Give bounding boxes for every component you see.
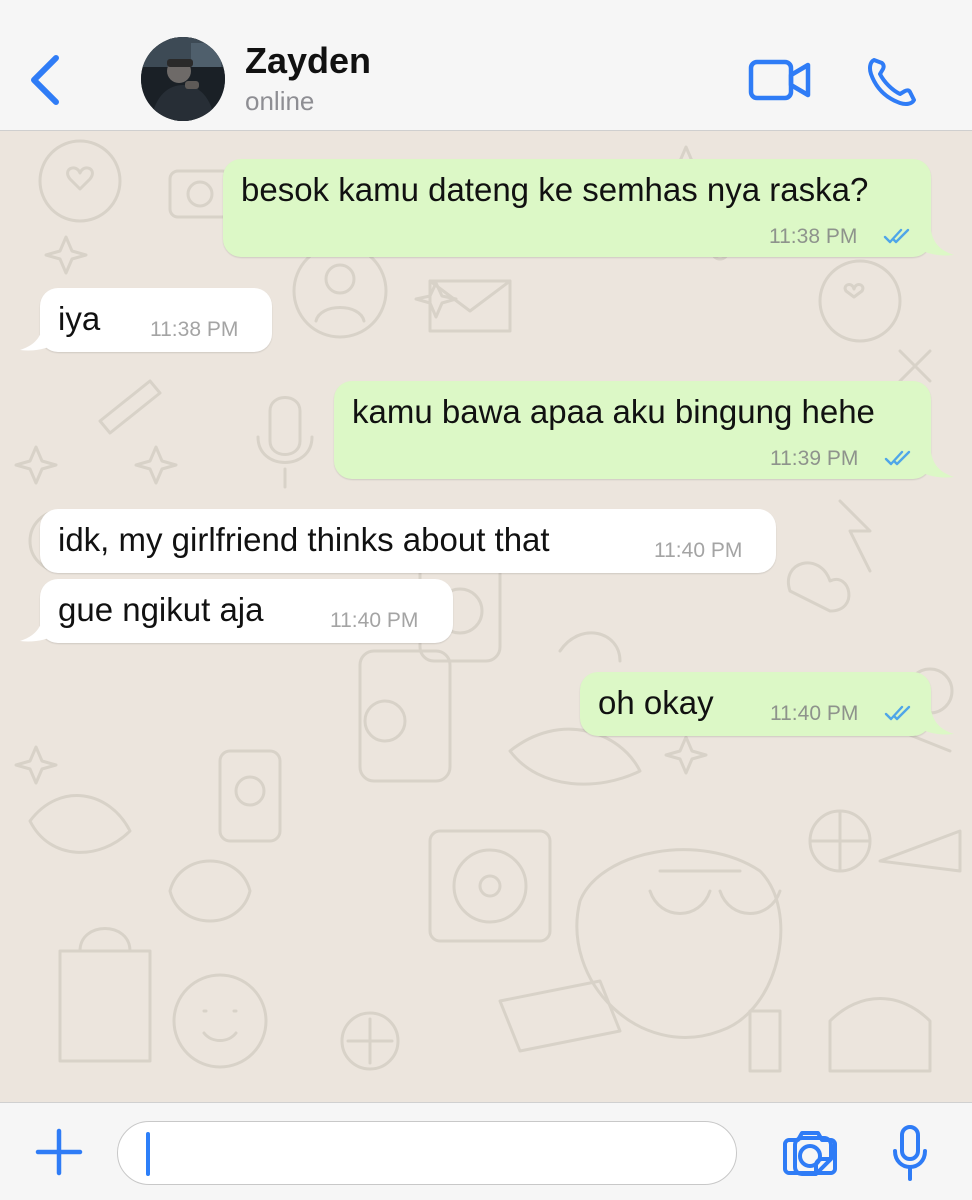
microphone-icon — [893, 1125, 927, 1181]
camera-button[interactable] — [783, 1129, 837, 1175]
voice-call-button[interactable] — [866, 54, 918, 108]
plus-icon — [35, 1128, 83, 1176]
bubble-tail — [20, 617, 58, 642]
double-check-icon — [884, 705, 911, 721]
message-input[interactable] — [117, 1121, 833, 1185]
video-camera-icon — [748, 59, 811, 101]
message-time: 11:39 PM — [770, 447, 859, 470]
bubble-tail — [916, 710, 954, 735]
message-time: 11:40 PM — [654, 539, 743, 562]
bubble-tail — [20, 326, 58, 351]
contact-status: online — [245, 86, 315, 116]
message-incoming[interactable]: iya 11:38 PM — [40, 288, 272, 352]
message-time: 11:38 PM — [150, 318, 239, 341]
chat-header: Zayden online — [0, 0, 972, 131]
message-text: iya — [58, 300, 101, 337]
bubble-tail — [916, 231, 954, 256]
input-bar — [0, 1102, 972, 1200]
message-time: 11:38 PM — [769, 225, 858, 248]
avatar[interactable] — [141, 37, 225, 121]
message-outgoing[interactable]: oh okay 11:40 PM — [580, 672, 931, 736]
chevron-left-icon — [31, 55, 59, 105]
message-text: besok kamu dateng ke semhas nya raska? — [241, 171, 869, 208]
message-text: idk, my girlfriend thinks about that — [58, 521, 550, 558]
camera-icon — [783, 1131, 837, 1175]
message-time: 11:40 PM — [330, 609, 419, 632]
avatar-photo — [141, 37, 225, 121]
message-text: kamu bawa apaa aku bingung hehe — [352, 393, 875, 430]
message-incoming[interactable]: gue ngikut aja 11:40 PM — [40, 579, 453, 643]
back-button[interactable] — [22, 50, 72, 110]
double-check-icon — [883, 228, 910, 244]
double-check-icon — [884, 450, 911, 466]
message-time: 11:40 PM — [770, 702, 859, 725]
message-text: gue ngikut aja — [58, 591, 264, 628]
message-incoming[interactable]: idk, my girlfriend thinks about that 11:… — [40, 509, 776, 573]
contact-name[interactable]: Zayden — [245, 40, 371, 82]
phone-icon — [868, 58, 916, 106]
video-call-button[interactable] — [748, 56, 812, 104]
microphone-button[interactable] — [892, 1125, 928, 1181]
text-caret — [146, 1132, 150, 1176]
message-outgoing[interactable]: kamu bawa apaa aku bingung hehe 11:39 PM — [334, 381, 931, 479]
attach-button[interactable] — [34, 1127, 84, 1177]
bubble-tail — [916, 453, 954, 478]
message-outgoing[interactable]: besok kamu dateng ke semhas nya raska? 1… — [223, 159, 931, 257]
message-text: oh okay — [598, 684, 714, 721]
chat-area[interactable]: besok kamu dateng ke semhas nya raska? 1… — [0, 131, 972, 1102]
